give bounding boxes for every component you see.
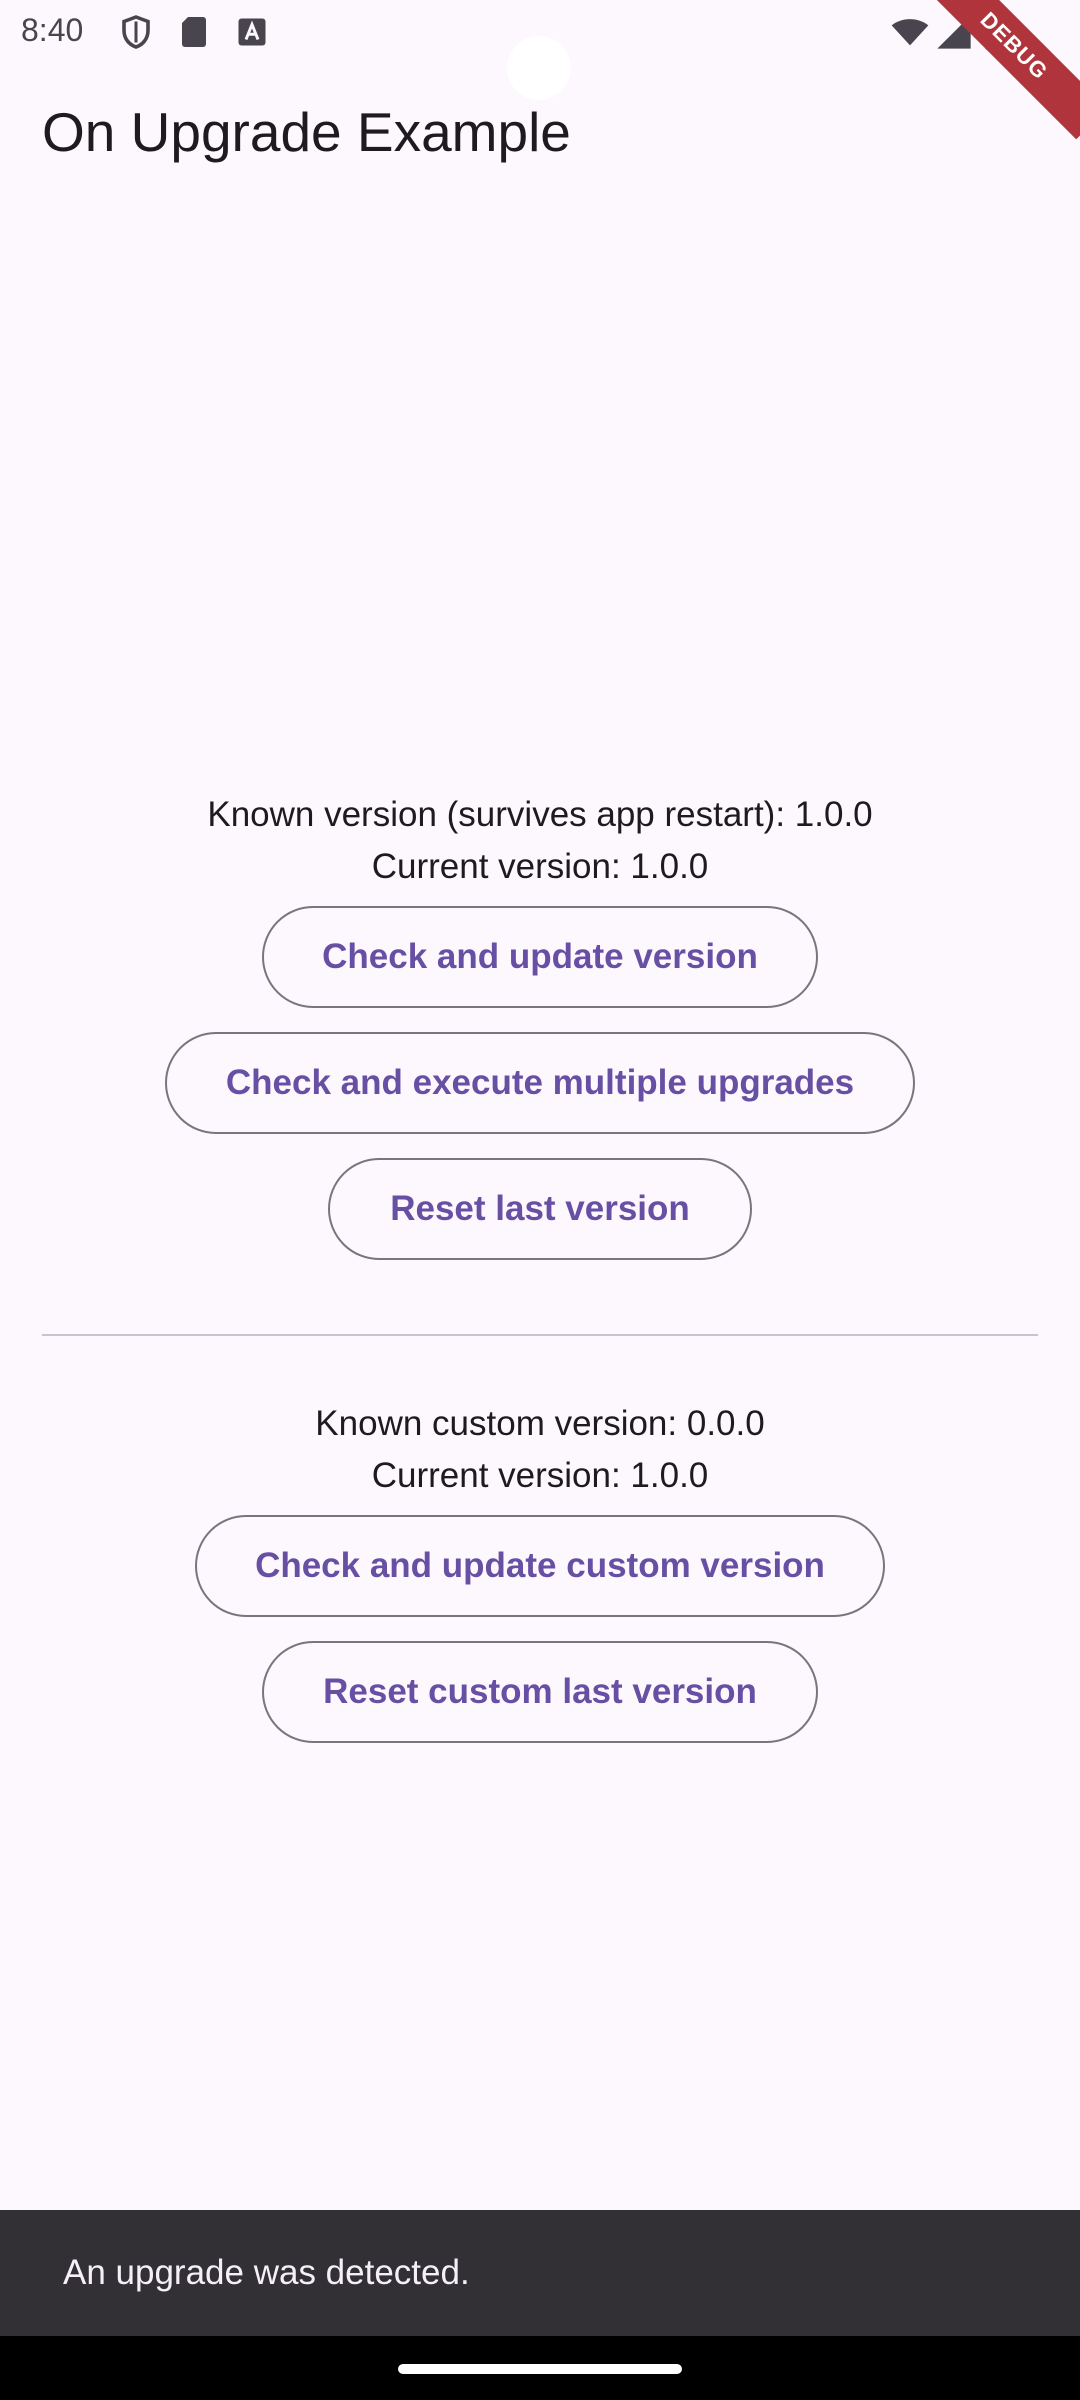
check-update-custom-version-label: Check and update custom version [255,1546,825,1585]
navigation-bar [0,2336,1080,2400]
check-update-version-label: Check and update version [322,937,758,976]
sd-card-icon [182,17,206,47]
home-indicator[interactable] [398,2364,682,2374]
a-badge-icon [238,18,266,46]
page-title: On Upgrade Example [42,101,571,163]
check-execute-multiple-upgrades-label: Check and execute multiple upgrades [225,1063,855,1102]
status-bar: 8:40 DEBUG [0,0,1080,140]
section-divider [42,1334,1038,1336]
camera-cutout [507,36,571,100]
snackbar-message: An upgrade was detected. [63,2253,470,2292]
reset-custom-last-version-button[interactable]: Reset custom last version [262,1641,818,1743]
reset-last-version-button[interactable]: Reset last version [328,1158,752,1260]
snackbar: An upgrade was detected. [0,2210,1080,2336]
custom-current-version-text: Current version: 1.0.0 [371,1456,709,1495]
check-update-version-button[interactable]: Check and update version [262,906,818,1008]
check-update-custom-version-button[interactable]: Check and update custom version [195,1515,885,1617]
check-execute-multiple-upgrades-button[interactable]: Check and execute multiple upgrades [165,1032,915,1134]
shield-icon [122,15,150,49]
wifi-icon [891,19,929,46]
current-version-text: Current version: 1.0.0 [371,847,709,886]
known-version-text: Known version (survives app restart): 1.… [207,795,873,834]
known-custom-version-text: Known custom version: 0.0.0 [315,1404,765,1443]
status-time: 8:40 [21,12,84,48]
reset-last-version-label: Reset last version [390,1189,690,1228]
reset-custom-last-version-label: Reset custom last version [323,1672,757,1711]
